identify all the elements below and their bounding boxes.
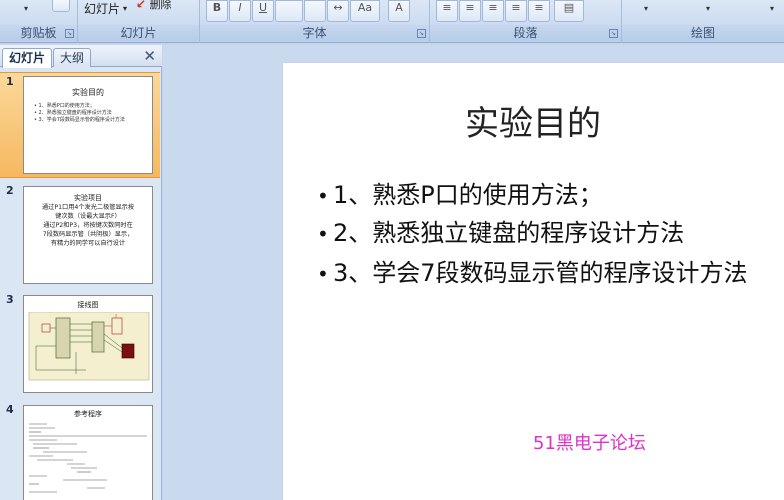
bullet-glyph: • (317, 262, 329, 286)
thumbnail-line: • 1、熟悉P口的使用方法； (34, 103, 95, 109)
columns-button[interactable]: ▤ (554, 0, 584, 22)
thumbnail-line: • 2、熟悉独立键盘的程序设计方法 (34, 110, 112, 116)
align-center-button[interactable]: ≡ (459, 0, 481, 22)
slide-layout-button[interactable]: 幻灯片 ▾ (84, 0, 127, 17)
arrange-dropdown-arrow[interactable]: ▾ (644, 4, 648, 13)
thumbnail-title: 参考程序 (74, 410, 102, 418)
thumbnail-slide-2[interactable]: 实验项目 通过P1口用4个发光二极管显示按 键次数（设最大显示F） 通过P2和P… (23, 186, 153, 284)
shadow-button[interactable] (304, 0, 326, 22)
thumbnail-line: 通过P1口用4个发光二极管显示按 (41, 204, 135, 211)
thumbnail-title: 实验目的 (72, 88, 104, 97)
bold-button[interactable]: B (206, 0, 228, 22)
code-listing-image (29, 423, 147, 493)
font-dialog-launcher-icon[interactable]: ↘ (417, 29, 426, 38)
pane-tab-strip: 幻灯片 大纲 ✕ (0, 45, 162, 68)
clipboard-dialog-launcher-icon[interactable]: ↘ (65, 29, 74, 38)
thumbnail-slide-4[interactable]: 参考程序 (23, 405, 153, 500)
footer-brand-text: 51黑电子论坛 (533, 433, 646, 454)
group-label-font: 字体 (200, 25, 429, 41)
thumbnail-line: 键次数（设最大显示F） (55, 213, 121, 220)
delete-slide-label: 删除 (149, 0, 172, 11)
wiring-diagram-image (28, 312, 150, 381)
thumbnail-row-1[interactable]: 1 实验目的 • 1、熟悉P口的使用方法； • 2、熟悉独立键盘的程序设计方法 … (0, 72, 160, 178)
thumbnail-row-2[interactable]: 2 实验项目 通过P1口用4个发光二极管显示按 键次数（设最大显示F） 通过P2… (0, 182, 160, 288)
tab-slides[interactable]: 幻灯片 (2, 48, 53, 68)
ribbon-group-drawing: ▾ ▾ ▾ 绘图 (622, 0, 784, 43)
distribute-button[interactable]: ≡ (528, 0, 550, 22)
shape-fill-dropdown-arrow[interactable]: ▾ (770, 4, 774, 13)
slide-layout-label: 幻灯片 (84, 2, 121, 16)
bullet-item-1[interactable]: • 1、熟悉P口的使用方法； (317, 175, 603, 210)
bullet-item-2[interactable]: • 2、熟悉独立键盘的程序设计方法 (317, 213, 684, 248)
slide-thumbnail-list[interactable]: 1 实验目的 • 1、熟悉P口的使用方法； • 2、熟悉独立键盘的程序设计方法 … (0, 67, 160, 500)
bullet-glyph: • (317, 222, 329, 246)
ribbon-group-font: B I U ↔ Aa A 字体 ↘ (200, 0, 430, 43)
ribbon-group-slides: 幻灯片 ▾ ↙ 删除 幻灯片 (78, 0, 200, 43)
close-pane-icon[interactable]: ✕ (143, 47, 156, 65)
thumbnail-title: 接线图 (77, 301, 99, 309)
bullet-text: 2、熟悉独立键盘的程序设计方法 (333, 219, 685, 247)
thumbnail-line: • 3、学会7段数码显示管的程序设计方法 (34, 117, 125, 123)
change-case-button[interactable]: Aa (350, 0, 380, 22)
group-label-slides: 幻灯片 (78, 25, 199, 41)
thumbnail-line: 7段数码显示管（共阴极）显示， (42, 231, 134, 238)
slides-outline-pane: 幻灯片 大纲 ✕ 1 实验目的 • 1、熟悉P口的使用方法； • 2、熟悉独立键… (0, 45, 162, 500)
thumbnail-line: 有精力的同学可以自行设计 (50, 240, 126, 247)
strikethrough-button[interactable] (275, 0, 303, 22)
bullet-text: 3、学会7段数码显示管的程序设计方法 (333, 259, 748, 287)
slide-title[interactable]: 实验目的 (283, 96, 783, 145)
bullet-text: 1、熟悉P口的使用方法； (333, 181, 603, 209)
ribbon: ▾ 剪贴板 ↘ 幻灯片 ▾ ↙ 删除 幻灯片 B I U ↔ Aa A 字体 ↘ … (0, 0, 784, 43)
justify-button[interactable]: ≡ (505, 0, 527, 22)
thumbnail-line: 通过P2和P3，将按键次数同时在 (43, 222, 133, 229)
thumbnail-slide-1[interactable]: 实验目的 • 1、熟悉P口的使用方法； • 2、熟悉独立键盘的程序设计方法 • … (23, 76, 153, 174)
char-spacing-button[interactable]: ↔ (327, 0, 349, 22)
thumbnail-number: 1 (6, 75, 14, 88)
align-right-button[interactable]: ≡ (482, 0, 504, 22)
thumbnail-title: 实验项目 (74, 194, 102, 202)
italic-button[interactable]: I (229, 0, 251, 22)
clear-formatting-button[interactable]: A (388, 0, 410, 22)
ribbon-group-clipboard: ▾ 剪贴板 ↘ (0, 0, 78, 43)
thumbnail-row-3[interactable]: 3 接线图 (0, 291, 160, 397)
bullet-item-3[interactable]: • 3、学会7段数码显示管的程序设计方法 (317, 253, 748, 288)
chevron-down-icon: ▾ (123, 4, 128, 13)
quick-styles-dropdown-arrow[interactable]: ▾ (706, 4, 710, 13)
thumbnail-row-4[interactable]: 4 参考程序 (0, 401, 160, 500)
thumbnail-slide-3[interactable]: 接线图 (23, 295, 153, 393)
slide-canvas[interactable]: 实验目的 • 1、熟悉P口的使用方法； • 2、熟悉独立键盘的程序设计方法 • 3、学… (283, 63, 784, 500)
underline-button[interactable]: U (252, 0, 274, 22)
thumbnail-number: 4 (6, 403, 14, 416)
delete-slide-button[interactable]: ↙ 删除 (136, 0, 172, 12)
format-painter-button[interactable] (52, 0, 70, 12)
group-label-paragraph: 段落 (430, 25, 621, 41)
slide-editing-area[interactable]: 实验目的 • 1、熟悉P口的使用方法； • 2、熟悉独立键盘的程序设计方法 • 3、学… (163, 45, 784, 500)
tab-outline[interactable]: 大纲 (53, 48, 92, 67)
paste-dropdown-arrow[interactable]: ▾ (24, 4, 28, 13)
thumbnail-number: 3 (6, 293, 14, 306)
delete-icon: ↙ (136, 0, 147, 11)
ribbon-group-paragraph: ≡ ≡ ≡ ≡ ≡ ▤ 段落 ↘ (430, 0, 622, 43)
paragraph-dialog-launcher-icon[interactable]: ↘ (609, 29, 618, 38)
bullet-glyph: • (317, 184, 329, 208)
thumbnail-number: 2 (6, 184, 14, 197)
group-label-drawing: 绘图 (622, 25, 784, 41)
align-left-button[interactable]: ≡ (436, 0, 458, 22)
